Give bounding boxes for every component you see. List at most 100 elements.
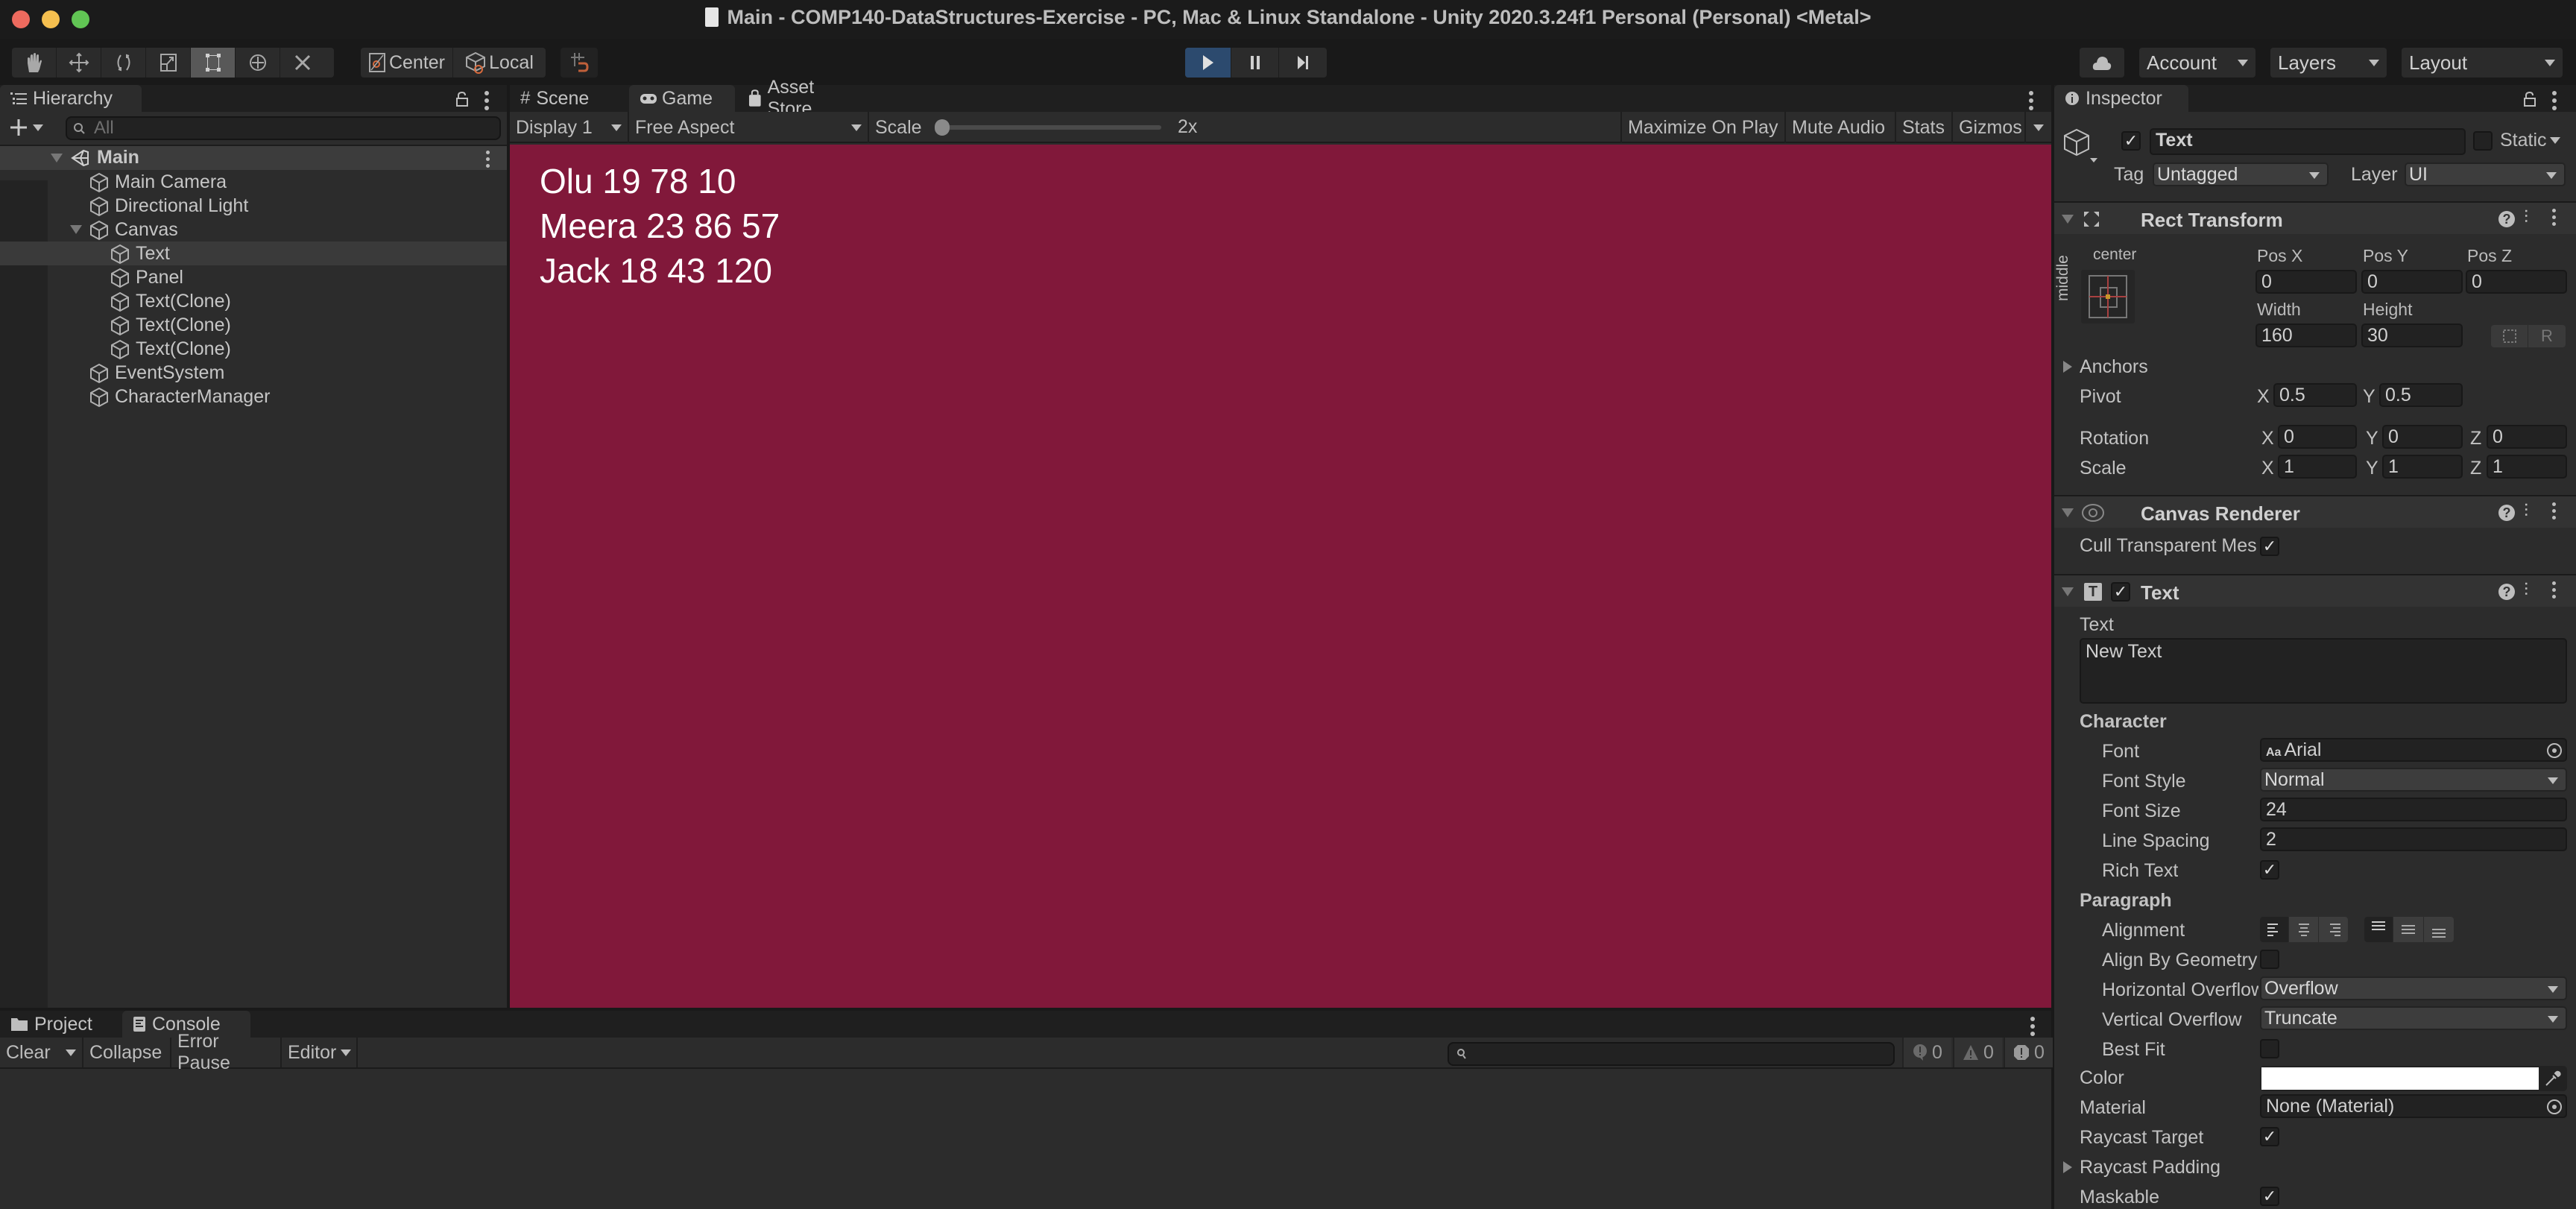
tag-dropdown[interactable]: Untagged <box>2153 162 2329 186</box>
expand-arrow-icon[interactable] <box>2063 361 2072 373</box>
rotation-x-field[interactable]: 0 <box>2278 425 2357 449</box>
anchors-foldout[interactable]: Anchors <box>2080 356 2148 378</box>
hierarchy-item[interactable]: CharacterManager <box>0 385 507 408</box>
hierarchy-search-input[interactable]: All <box>66 116 501 140</box>
height-field[interactable]: 30 <box>2361 323 2463 347</box>
width-field[interactable]: 160 <box>2255 323 2357 347</box>
error-pause-toggle[interactable]: Error Pause <box>171 1031 282 1073</box>
lock-icon[interactable] <box>455 91 470 107</box>
font-field[interactable]: Aa Arial <box>2260 738 2567 762</box>
hierarchy-menu-icon[interactable] <box>484 91 489 113</box>
rotation-y-field[interactable]: 0 <box>2382 425 2463 449</box>
collapse-arrow-icon[interactable] <box>2062 508 2074 517</box>
pivot-mode-toggle[interactable]: Center <box>361 48 453 78</box>
hierarchy-item[interactable]: Panel <box>0 265 507 289</box>
pivot-rotation-toggle[interactable]: Local <box>453 48 546 78</box>
display-dropdown[interactable]: Display 1 <box>510 112 629 143</box>
align-top-button[interactable] <box>2364 917 2393 942</box>
color-swatch[interactable] <box>2261 1067 2539 1090</box>
align-center-button[interactable] <box>2288 917 2318 942</box>
tab-project[interactable]: Project <box>0 1011 119 1038</box>
expand-arrow-icon[interactable] <box>51 154 63 162</box>
object-active-checkbox[interactable]: ✓ <box>2121 131 2141 151</box>
hierarchy-item[interactable]: Main Camera <box>0 170 507 194</box>
presets-icon[interactable]: ⫶ <box>2524 580 2528 601</box>
layout-dropdown[interactable]: Layout <box>2402 48 2563 78</box>
console-menu-icon[interactable] <box>2030 1017 2035 1039</box>
color-field[interactable] <box>2260 1066 2567 1091</box>
layer-dropdown[interactable]: UI <box>2405 162 2566 186</box>
align-right-button[interactable] <box>2318 917 2348 942</box>
info-count-toggle[interactable]: 0 <box>1902 1038 1951 1067</box>
pivot-x-field[interactable]: 0.5 <box>2273 383 2357 407</box>
component-menu-icon[interactable] <box>2552 502 2557 523</box>
lock-icon[interactable] <box>2522 91 2537 107</box>
best-fit-checkbox[interactable] <box>2260 1039 2279 1058</box>
rect-transform-header[interactable]: Rect Transform ? ⫶ <box>2054 201 2576 234</box>
tab-asset-store[interactable]: Asset Store <box>738 77 872 119</box>
align-by-geometry-checkbox[interactable] <box>2260 950 2279 969</box>
cloud-button[interactable] <box>2080 48 2124 78</box>
step-button[interactable] <box>1279 48 1327 78</box>
create-button[interactable] <box>9 118 43 137</box>
editor-dropdown[interactable]: Editor <box>282 1038 358 1067</box>
play-button[interactable] <box>1185 48 1231 78</box>
pivot-y-field[interactable]: 0.5 <box>2379 383 2463 407</box>
raw-edit-button[interactable]: R <box>2528 325 2566 347</box>
align-middle-button[interactable] <box>2393 917 2423 942</box>
rect-tool-button[interactable] <box>191 48 236 78</box>
hierarchy-item[interactable]: Text(Clone) <box>0 289 507 313</box>
hand-tool-button[interactable] <box>12 48 57 78</box>
horizontal-overflow-dropdown[interactable]: Overflow <box>2260 976 2567 1000</box>
grid-snap-button[interactable] <box>561 48 598 78</box>
raycast-target-checkbox[interactable]: ✓ <box>2260 1127 2279 1146</box>
raycast-padding-foldout[interactable]: Raycast Padding <box>2080 1157 2220 1178</box>
object-picker-icon[interactable] <box>2546 1099 2563 1115</box>
collapse-toggle[interactable]: Collapse <box>83 1038 171 1067</box>
scale-slider-thumb[interactable] <box>935 119 950 136</box>
help-icon[interactable]: ? <box>2498 584 2515 600</box>
align-left-button[interactable] <box>2260 917 2288 942</box>
help-icon[interactable]: ? <box>2498 211 2515 227</box>
aspect-dropdown[interactable]: Free Aspect <box>629 112 869 143</box>
vertical-overflow-dropdown[interactable]: Truncate <box>2260 1006 2567 1030</box>
component-menu-icon[interactable] <box>2552 209 2557 229</box>
maskable-checkbox[interactable]: ✓ <box>2260 1187 2279 1206</box>
account-dropdown[interactable]: Account <box>2139 48 2255 78</box>
anchor-presets-button[interactable] <box>2081 270 2135 323</box>
rotate-tool-button[interactable] <box>101 48 146 78</box>
expand-arrow-icon[interactable] <box>2063 1161 2072 1173</box>
font-size-field[interactable]: 24 <box>2260 798 2567 821</box>
hierarchy-item[interactable]: Canvas <box>0 218 507 242</box>
hierarchy-item[interactable]: Text(Clone) <box>0 313 507 337</box>
pause-button[interactable] <box>1231 48 1279 78</box>
gizmos-dropdown[interactable] <box>2026 112 2051 143</box>
tab-hierarchy[interactable]: Hierarchy <box>0 85 142 112</box>
hierarchy-item[interactable]: EventSystem <box>0 361 507 385</box>
static-checkbox[interactable] <box>2473 131 2493 151</box>
text-content-area[interactable]: New Text <box>2080 638 2567 704</box>
scene-menu-icon[interactable] <box>486 151 490 171</box>
console-search-input[interactable] <box>1448 1042 1895 1066</box>
expand-arrow-icon[interactable] <box>70 225 82 234</box>
mute-audio-toggle[interactable]: Mute Audio <box>1786 112 1896 143</box>
transform-tool-button[interactable] <box>236 48 280 78</box>
error-count-toggle[interactable]: 0 <box>2004 1038 2053 1067</box>
collapse-arrow-icon[interactable] <box>2062 587 2074 596</box>
collapse-arrow-icon[interactable] <box>2062 215 2074 224</box>
help-icon[interactable]: ? <box>2498 505 2515 521</box>
game-view[interactable]: Olu 19 78 10 Meera 23 86 57 Jack 18 43 1… <box>510 145 2051 1008</box>
presets-icon[interactable]: ⫶ <box>2524 501 2528 522</box>
move-tool-button[interactable] <box>57 48 101 78</box>
stats-toggle[interactable]: Stats <box>1896 112 1953 143</box>
scale-z-field[interactable]: 1 <box>2487 455 2567 479</box>
clear-button[interactable]: Clear <box>0 1038 83 1067</box>
static-dropdown[interactable]: Static <box>2500 130 2560 151</box>
inspector-menu-icon[interactable] <box>2552 91 2557 113</box>
component-menu-icon[interactable] <box>2552 581 2557 602</box>
font-style-dropdown[interactable]: Normal <box>2260 768 2567 792</box>
scale-y-field[interactable]: 1 <box>2382 455 2463 479</box>
tab-scene[interactable]: # Scene <box>510 85 626 112</box>
object-name-field[interactable]: Text <box>2150 128 2466 155</box>
hierarchy-item[interactable]: Directional Light <box>0 194 507 218</box>
